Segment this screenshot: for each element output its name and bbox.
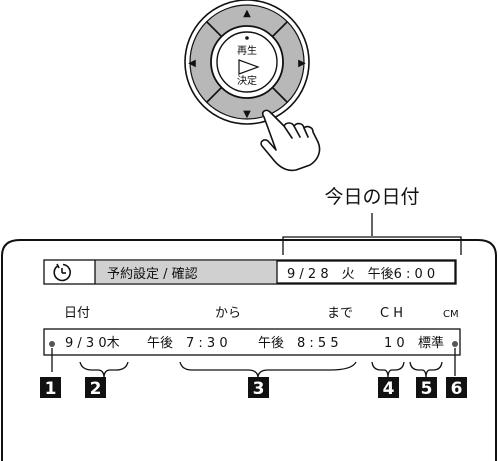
current-datetime: 9 / 2 8 火 午後6 : 0 0 xyxy=(287,267,435,282)
center-label-enter: 決定 xyxy=(237,74,257,87)
center-label-play: 再生 xyxy=(237,44,257,57)
row-start-marker xyxy=(49,341,55,347)
callout-3: 3 xyxy=(253,379,265,399)
today-date-label: 今日の日付 xyxy=(324,186,419,208)
manual-illustration: 再生 決定 ▲ ▼ ◀ ▶ 今日の日付 予約設定 / 確認 9 / 2 8 火 … xyxy=(0,0,497,461)
callout-1: 1 xyxy=(45,379,57,399)
callout-4: 4 xyxy=(383,379,395,399)
row-end-time[interactable]: 午後 8 : 5 5 xyxy=(258,336,339,351)
callout-labels: 1 2 3 4 5 6 xyxy=(40,377,467,399)
row-date[interactable]: 9 / 3 0木 xyxy=(65,336,120,351)
callout-5: 5 xyxy=(421,379,433,399)
arrow-left-icon[interactable]: ◀ xyxy=(188,58,196,69)
arrow-down-icon[interactable]: ▼ xyxy=(243,109,251,120)
header-commercial: CM xyxy=(443,309,459,320)
title-bar: 予約設定 / 確認 9 / 2 8 火 午後6 : 0 0 xyxy=(43,259,457,285)
row-start-time[interactable]: 午後 7 : 3 0 xyxy=(147,336,228,351)
column-headers: 日付 から まで C H CM xyxy=(64,306,459,321)
row-cm-marker xyxy=(452,341,458,347)
header-from: から xyxy=(215,306,241,321)
reservation-row[interactable]: 9 / 3 0木 午後 7 : 3 0 午後 8 : 5 5 1 0 標準 xyxy=(43,328,461,356)
screen-title: 予約設定 / 確認 xyxy=(107,266,198,282)
arrow-up-icon[interactable]: ▲ xyxy=(243,8,251,19)
header-date: 日付 xyxy=(64,306,90,321)
pressing-hand-icon xyxy=(260,109,321,172)
row-record-mode[interactable]: 標準 xyxy=(418,335,444,351)
header-channel: C H xyxy=(380,306,403,321)
remote-dpad: 再生 決定 ▲ ▼ ◀ ▶ xyxy=(184,0,310,125)
callout-6: 6 xyxy=(451,379,463,399)
row-channel[interactable]: 1 0 xyxy=(384,336,405,351)
header-to: まで xyxy=(327,306,353,321)
arrow-right-icon[interactable]: ▶ xyxy=(298,58,306,69)
callout-2: 2 xyxy=(90,379,102,399)
